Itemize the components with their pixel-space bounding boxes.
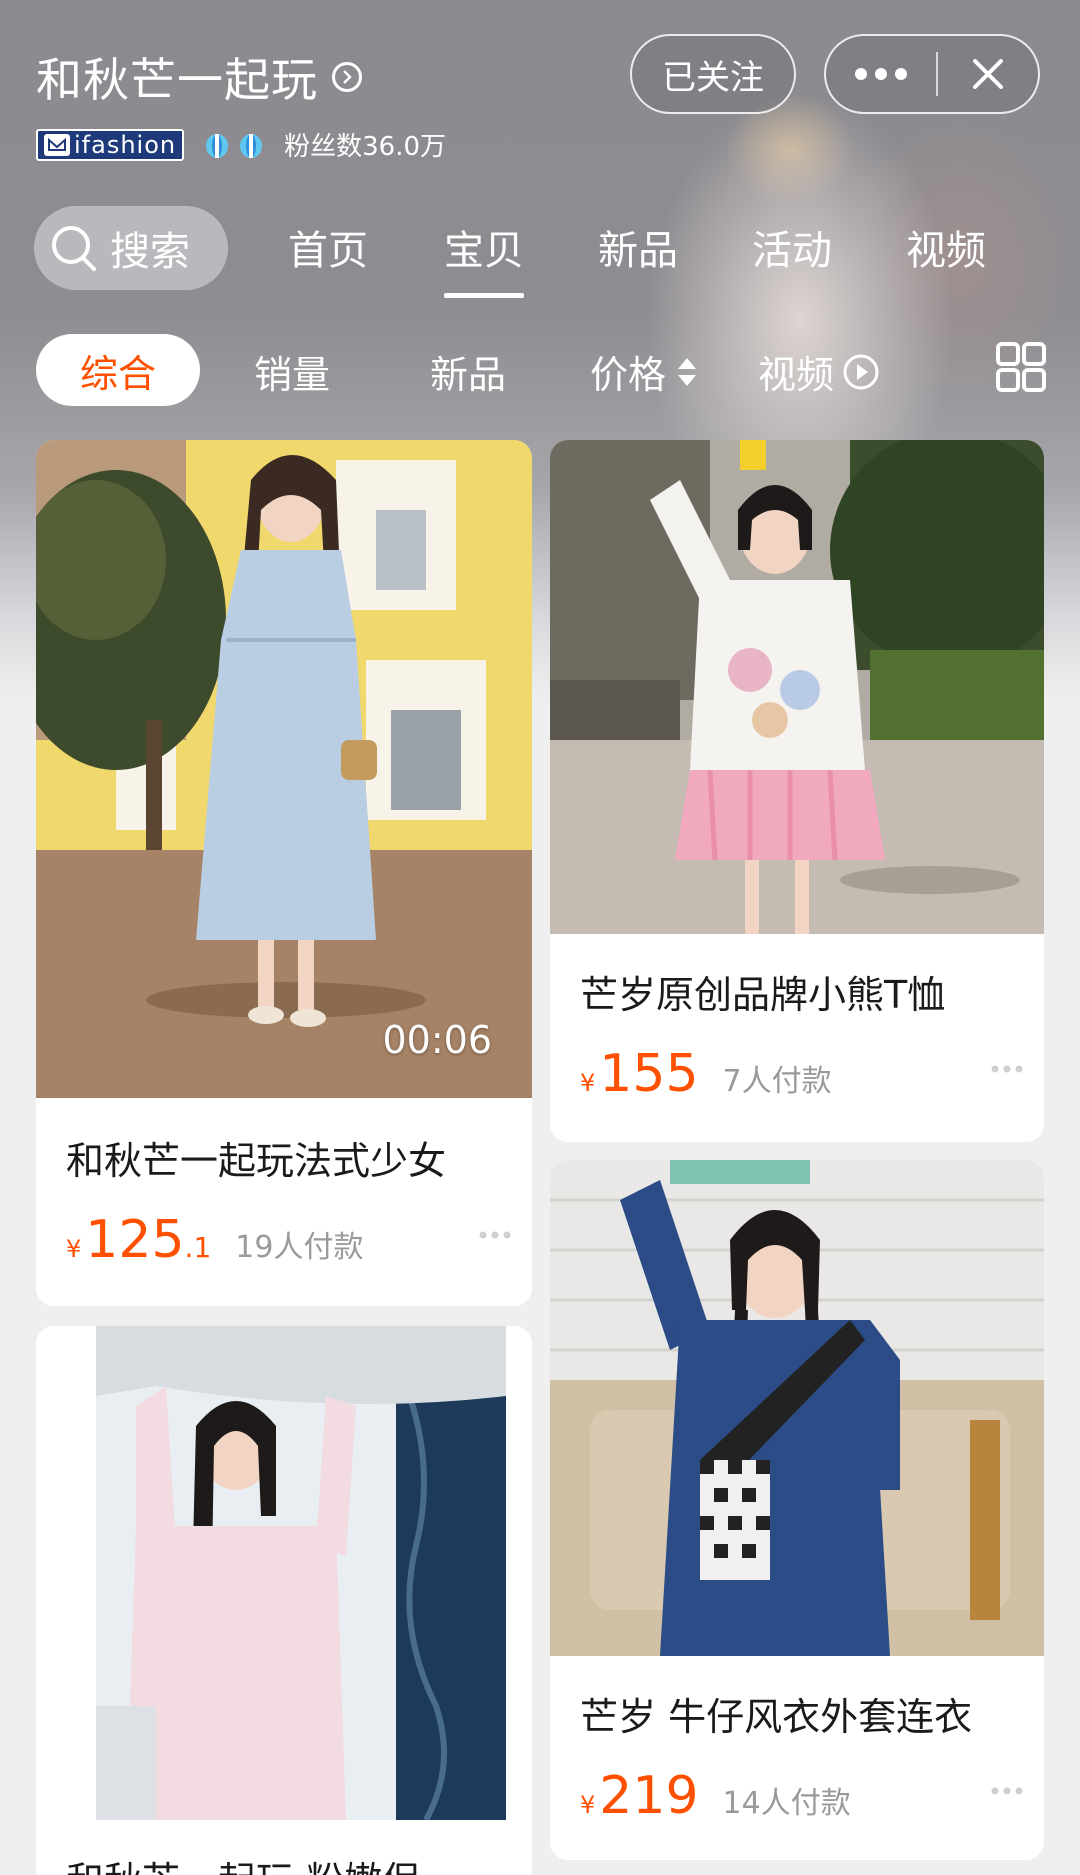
sort-sales[interactable]: 销量 (254, 344, 330, 399)
product-photo-blue-dress[interactable] (36, 440, 532, 1098)
product-card[interactable]: 芒岁 牛仔风衣外套连衣 ¥ 219 14人付款 (550, 1160, 1044, 1860)
ifashion-badge: ifashion (36, 128, 185, 161)
tab-items[interactable]: 宝贝 (444, 218, 524, 298)
product-photo-denim-dress[interactable] (550, 1160, 1044, 1656)
buyer-count: 7人付款 (722, 1064, 832, 1099)
sort-price[interactable]: 价格 (590, 344, 698, 399)
sort-new[interactable]: 新品 (430, 344, 506, 399)
followed-button[interactable]: 已关注 (630, 34, 796, 114)
shop-meta-row: ifashion 粉丝数36.0万 (36, 126, 446, 163)
shop-nav: 搜索 首页 宝贝 新品 活动 视频 (34, 206, 1080, 298)
sort-new-label: 新品 (430, 353, 507, 397)
close-button[interactable] (938, 36, 1038, 112)
sort-bar: 综合 销量 新品 价格 视频 (36, 334, 1046, 406)
video-duration: 00:06 (382, 1018, 492, 1062)
product-card[interactable]: 00:06 和秋芒一起玩法式少女 ¥ 125 .1 19人付款 (36, 440, 532, 1306)
price-row: ¥ 155 7人付款 (580, 1044, 832, 1104)
fan-count: 粉丝数36.0万 (284, 132, 447, 162)
grid-view-icon[interactable] (996, 342, 1046, 392)
buyer-count: 19人付款 (235, 1230, 364, 1265)
product-photo-pink-pajamas[interactable] (36, 1326, 532, 1820)
search-button[interactable]: 搜索 (34, 206, 228, 290)
price-row: ¥ 125 .1 19人付款 (66, 1210, 363, 1270)
more-dots-icon[interactable] (990, 1786, 1024, 1796)
more-options-button[interactable] (826, 36, 936, 112)
sort-video[interactable]: 视频 (758, 344, 880, 399)
price-integer: 155 (599, 1044, 699, 1104)
price-integer: 125 (85, 1210, 185, 1270)
search-icon (52, 226, 96, 271)
close-icon (973, 59, 1003, 89)
sort-arrows-icon (678, 357, 697, 386)
search-label: 搜索 (110, 229, 190, 275)
product-title[interactable]: 和秋芒一起玩法式少女 (66, 1130, 446, 1185)
sort-sales-label: 销量 (254, 353, 331, 397)
product-title[interactable]: 芒岁 牛仔风衣外套连衣 (580, 1686, 972, 1741)
tab-new[interactable]: 新品 (598, 218, 678, 278)
product-card[interactable]: 和秋芒一起玩 粉嫩保 (36, 1326, 532, 1875)
shop-title-row[interactable]: 和秋芒一起玩 (36, 44, 362, 110)
tab-events[interactable]: 活动 (752, 218, 832, 278)
price-integer: 219 (599, 1766, 699, 1826)
sort-price-label: 价格 (590, 353, 667, 397)
buyer-count: 14人付款 (722, 1786, 851, 1821)
currency-symbol: ¥ (580, 1791, 596, 1819)
ifashion-badge-label: ifashion (74, 130, 177, 159)
shop-name[interactable]: 和秋芒一起玩 (36, 44, 318, 110)
currency-symbol: ¥ (580, 1069, 596, 1097)
miniapp-capsule (824, 34, 1040, 114)
tab-home[interactable]: 首页 (288, 218, 368, 278)
product-card[interactable]: 芒岁原创品牌小熊T恤 ¥ 155 7人付款 (550, 440, 1044, 1142)
more-dots-icon (855, 68, 907, 80)
product-title[interactable]: 和秋芒一起玩 粉嫩保 (66, 1850, 420, 1875)
sort-comprehensive[interactable]: 综合 (36, 334, 200, 406)
ifashion-logo-icon (44, 133, 70, 156)
product-title[interactable]: 芒岁原创品牌小熊T恤 (580, 964, 945, 1019)
sort-video-label: 视频 (758, 353, 835, 397)
price-row: ¥ 219 14人付款 (580, 1766, 851, 1826)
price-decimal: .1 (184, 1231, 212, 1264)
play-circle-icon (843, 354, 879, 389)
currency-symbol: ¥ (66, 1235, 82, 1263)
chevron-right-circle-icon[interactable] (332, 62, 362, 92)
seller-level-crowns (202, 130, 270, 160)
tab-videos[interactable]: 视频 (906, 218, 986, 278)
crown-icon (206, 133, 229, 158)
more-dots-icon[interactable] (478, 1230, 512, 1240)
product-photo-bear-tshirt[interactable] (550, 440, 1044, 934)
more-dots-icon[interactable] (990, 1064, 1024, 1074)
crown-icon (240, 133, 263, 158)
